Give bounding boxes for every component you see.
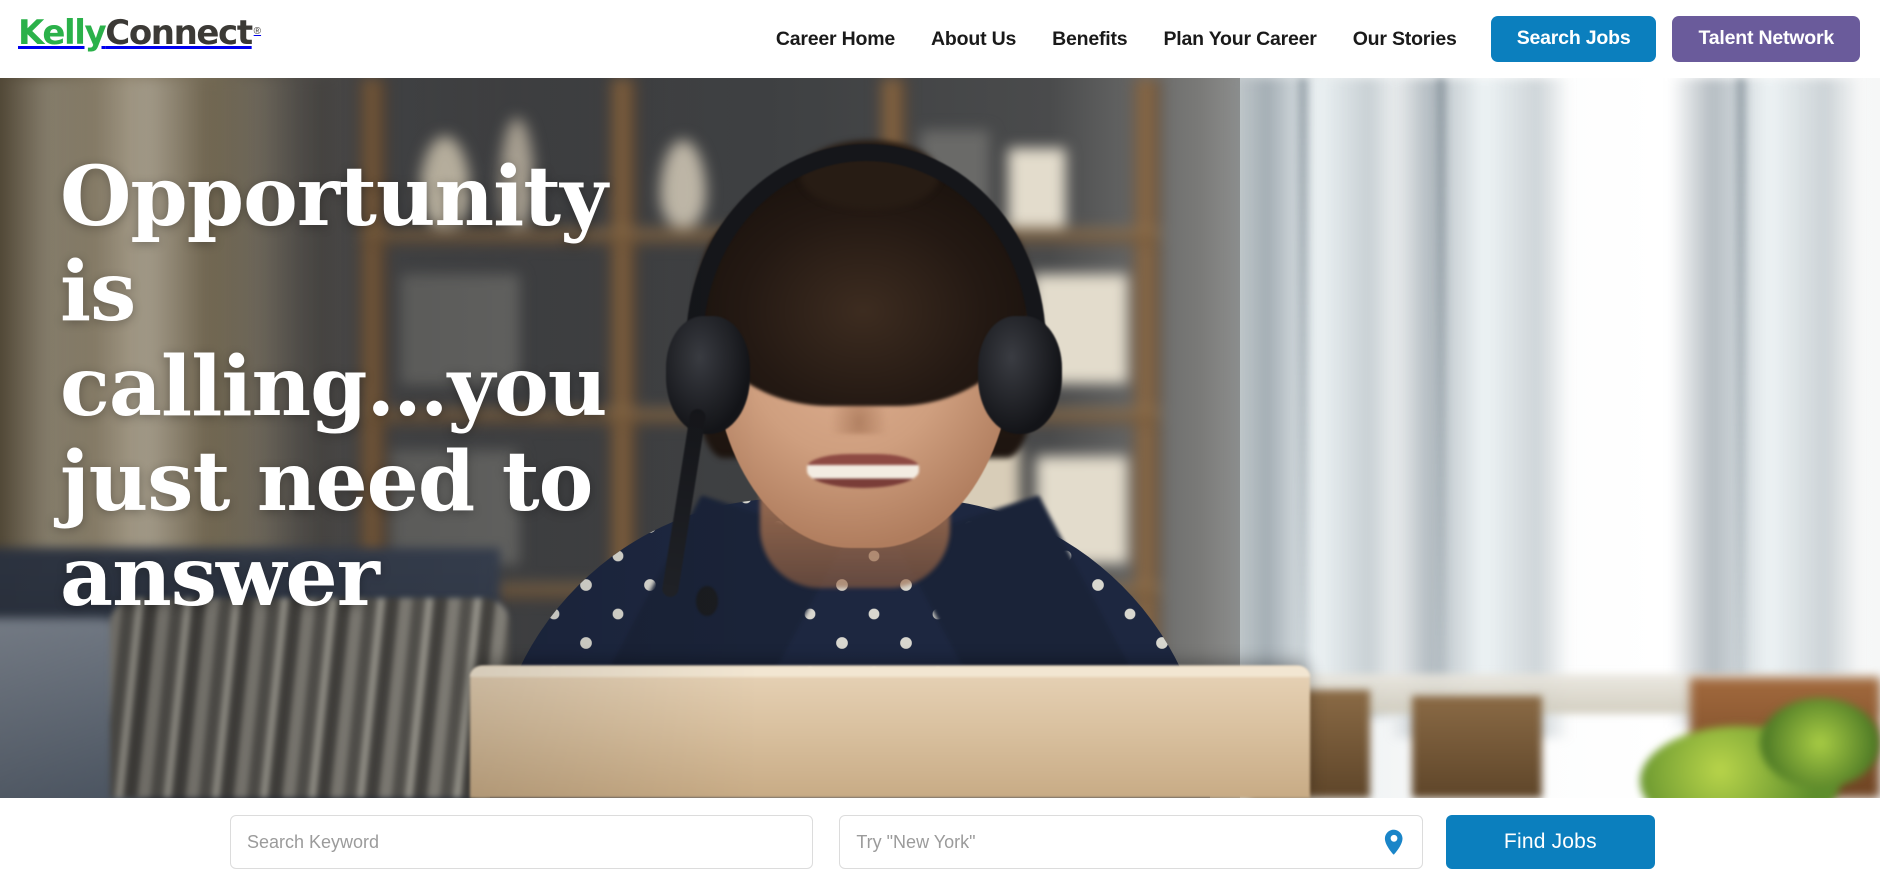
map-pin-icon[interactable] (1384, 829, 1404, 855)
logo-text-kelly: Kelly (18, 13, 107, 53)
site-header: Kelly Connect ® Career Home About Us Benef… (0, 0, 1880, 78)
page-root: Kelly Connect ® Career Home About Us Benef… (0, 0, 1880, 887)
nav-item-career-home[interactable]: Career Home (758, 28, 913, 51)
talent-network-button[interactable]: Talent Network (1672, 16, 1860, 62)
striped-cushion (110, 598, 510, 798)
nav-item-plan-your-career[interactable]: Plan Your Career (1145, 28, 1334, 51)
hero-headline-line-1: Opportunity is (60, 149, 608, 340)
primary-navigation: Career Home About Us Benefits Plan Your … (758, 0, 1860, 78)
keyword-field-wrapper (230, 815, 814, 869)
search-location-input[interactable] (840, 816, 1422, 868)
headset-mic-tip (696, 586, 718, 616)
nav-item-benefits[interactable]: Benefits (1034, 28, 1145, 51)
location-field-wrapper (839, 815, 1423, 869)
headset-earcup-right (978, 316, 1062, 434)
logo-text-connect: Connect (105, 13, 253, 53)
plant-foliage-2 (1760, 698, 1880, 788)
find-jobs-button[interactable]: Find Jobs (1445, 815, 1656, 869)
kellyconnect-logo[interactable]: Kelly Connect ® (18, 16, 261, 50)
hero-headline: Opportunity is calling…you just need to … (60, 150, 680, 625)
smiling-mouth (807, 454, 919, 488)
hero-copy: Opportunity is calling…you just need to … (60, 150, 680, 625)
registered-trademark-icon: ® (253, 26, 262, 37)
search-keyword-input[interactable] (231, 816, 813, 868)
hero-headline-line-3: just need to (60, 434, 593, 530)
hero-headline-line-2: calling…you (60, 339, 607, 435)
laptop-screen-edge (470, 666, 1310, 677)
job-search-bar: Find Jobs (0, 798, 1880, 887)
nav-item-about-us[interactable]: About Us (913, 28, 1034, 51)
hero-headline-line-4: answer (60, 529, 380, 625)
search-jobs-button[interactable]: Search Jobs (1490, 16, 1657, 62)
headset-headband (686, 144, 1046, 344)
laptop (470, 666, 1310, 798)
job-search-form: Find Jobs (230, 815, 1656, 869)
hero-banner: Opportunity is calling…you just need to … (0, 78, 1880, 798)
nav-item-our-stories[interactable]: Our Stories (1335, 28, 1475, 51)
